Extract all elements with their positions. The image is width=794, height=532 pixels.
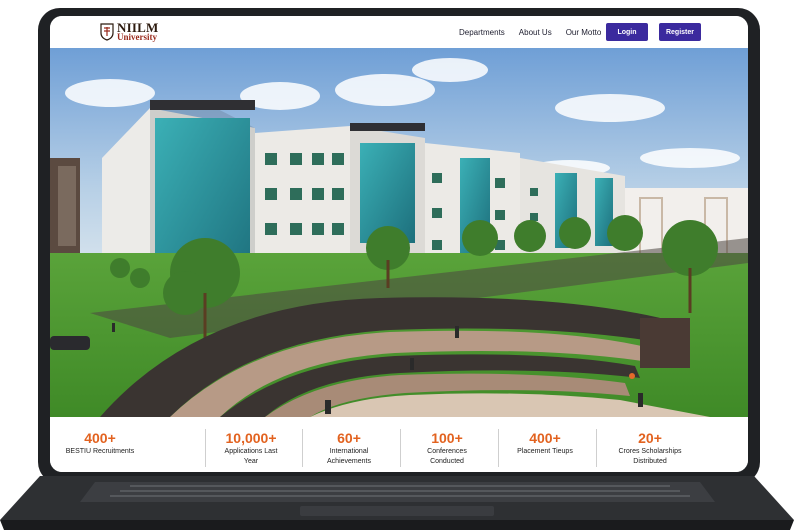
stat-label: Crores Scholarships Distributed: [618, 448, 682, 465]
stat-item: 400+ BESTIU Recruitments: [51, 417, 149, 472]
stat-item: 400+ Placement Tieups: [496, 417, 594, 472]
stat-value: 400+: [84, 430, 116, 446]
register-button[interactable]: Register: [659, 23, 701, 41]
login-button[interactable]: Login: [606, 23, 648, 41]
nav-links: Departments About Us Our Motto: [459, 16, 615, 48]
stat-item: 60+ International Achievements: [300, 417, 398, 472]
stat-label: Placement Tieups: [517, 448, 573, 455]
stat-label: International Achievements: [327, 448, 371, 465]
website-screen: NIILM University Departments About Us Ou…: [50, 16, 748, 472]
stat-value: 20+: [638, 430, 662, 446]
shield-crest-icon: [100, 22, 114, 41]
stat-item: 20+ Crores Scholarships Distributed: [596, 417, 704, 472]
stat-value: 60+: [337, 430, 361, 446]
stat-label: BESTIU Recruitments: [65, 448, 135, 455]
stats-strip: 400+ BESTIU Recruitments 10,000+ Applica…: [50, 417, 748, 472]
stat-label: Conferences Conducted: [427, 448, 467, 465]
nav-link-about-us[interactable]: About Us: [519, 28, 552, 37]
stat-value: 400+: [529, 430, 561, 446]
brand-subtitle: University: [117, 32, 157, 42]
stat-item: 10,000+ Applications Last Year: [201, 417, 301, 472]
nav-link-our-motto[interactable]: Our Motto: [566, 28, 602, 37]
university-logo[interactable]: NIILM University: [100, 21, 158, 42]
top-navbar: NIILM University Departments About Us Ou…: [50, 16, 748, 48]
laptop-keyboard-base: [0, 476, 794, 530]
stat-label: Applications Last Year: [224, 448, 278, 465]
campus-hero-image: [50, 48, 748, 417]
stat-item: 100+ Conferences Conducted: [398, 417, 496, 472]
stat-value: 100+: [431, 430, 463, 446]
stat-value: 10,000+: [225, 430, 277, 446]
nav-link-departments[interactable]: Departments: [459, 28, 505, 37]
